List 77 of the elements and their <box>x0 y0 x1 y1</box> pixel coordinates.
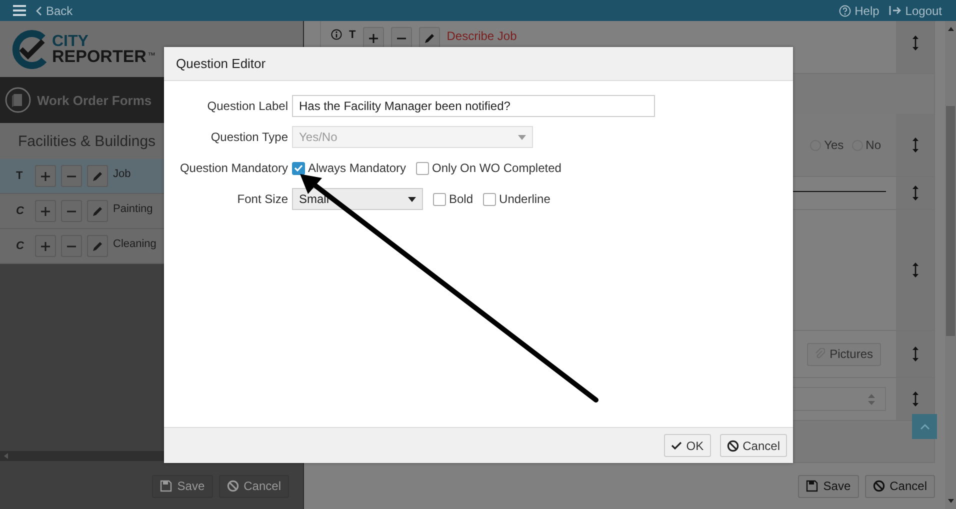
check-icon <box>671 441 682 450</box>
form-item-label: Painting <box>113 203 153 215</box>
logout-icon <box>889 5 902 16</box>
vertical-scrollbar[interactable] <box>945 21 956 509</box>
up-down-arrow-icon <box>912 391 918 407</box>
radio-label: Yes <box>824 138 844 152</box>
trademark-mark: ™ <box>147 50 156 62</box>
choice-type-icon: C <box>16 240 30 252</box>
pencil-icon <box>424 32 435 44</box>
cancel-icon <box>226 480 239 492</box>
add-button[interactable] <box>362 27 384 49</box>
cancel-button[interactable]: Cancel <box>864 474 935 498</box>
checkbox-label: Only On WO Completed <box>432 161 562 175</box>
check-icon <box>294 164 303 172</box>
field-label: Question Type <box>210 130 288 144</box>
back-link[interactable]: Back <box>36 4 73 18</box>
logout-link[interactable]: Logout <box>889 4 942 18</box>
field-label: Question Mandatory <box>178 161 288 175</box>
caret-down-icon <box>408 196 416 202</box>
logo-text-city: CITY <box>52 34 90 49</box>
text-type-icon: T <box>349 29 356 41</box>
plus-icon <box>41 172 50 180</box>
up-down-arrow-icon <box>912 137 918 153</box>
remove-button[interactable] <box>390 27 412 49</box>
dialog-title: Question Editor <box>176 56 266 71</box>
plus-icon <box>41 206 50 216</box>
question-label: Describe Job <box>446 29 517 43</box>
chevron-left-icon <box>36 6 42 16</box>
checkbox[interactable] <box>433 192 446 206</box>
chevron-up-icon <box>920 424 930 430</box>
plus-icon <box>368 34 378 42</box>
question-label-field[interactable]: Has the Facility Manager been notified? <box>292 95 655 117</box>
book-icon <box>5 87 31 113</box>
form-item-label: Job <box>113 168 131 180</box>
cancel-button[interactable]: Cancel <box>218 474 289 498</box>
info-icon <box>331 29 342 40</box>
text-type-icon: T <box>16 170 30 182</box>
checkbox-label: Underline <box>499 192 550 206</box>
checkbox[interactable] <box>292 162 305 174</box>
menu-icon[interactable] <box>13 5 26 16</box>
radio-label: No <box>866 138 881 152</box>
field-label: Question Label <box>206 99 288 113</box>
pencil-icon <box>92 240 103 252</box>
scroll-up-icon <box>948 27 954 31</box>
help-icon <box>838 4 851 16</box>
category-heading: Facilities & Buildings <box>17 132 156 152</box>
ok-button[interactable]: OK <box>664 434 711 457</box>
edit-button[interactable] <box>418 27 440 49</box>
checkbox[interactable] <box>483 192 496 206</box>
cancel-button[interactable]: Cancel <box>720 434 787 457</box>
save-button[interactable]: Save <box>152 474 213 498</box>
checkbox-label: Bold <box>449 192 474 206</box>
plus-icon <box>41 242 50 250</box>
form-item-label: Cleaning <box>113 238 156 250</box>
logo-text-reporter: REPORTER <box>52 49 146 64</box>
pencil-icon <box>92 206 103 216</box>
caret-down-icon <box>518 134 526 140</box>
section-title: Work Order Forms <box>37 92 152 108</box>
up-down-arrow-icon <box>912 262 918 278</box>
scroll-down-icon <box>948 499 954 503</box>
up-down-arrow-icon <box>912 185 918 201</box>
cancel-icon <box>872 480 885 492</box>
scrollbar-thumb[interactable] <box>946 106 955 336</box>
up-down-arrow-icon <box>912 346 918 362</box>
choice-type-icon: C <box>16 205 30 217</box>
pencil-icon <box>92 170 103 182</box>
checkbox[interactable] <box>416 162 430 174</box>
pictures-button[interactable]: Pictures <box>806 342 881 366</box>
up-down-arrow-icon <box>912 35 918 51</box>
checkbox-label: Always Mandatory <box>308 161 406 175</box>
field-label: Font Size <box>236 192 288 206</box>
scroll-left-icon <box>4 453 8 459</box>
spinner-arrows-icon <box>868 394 875 404</box>
save-button[interactable]: Save <box>798 474 859 498</box>
help-link[interactable]: Help <box>838 4 880 18</box>
dropdown: Yes/No <box>292 126 533 148</box>
cancel-icon <box>726 440 739 452</box>
